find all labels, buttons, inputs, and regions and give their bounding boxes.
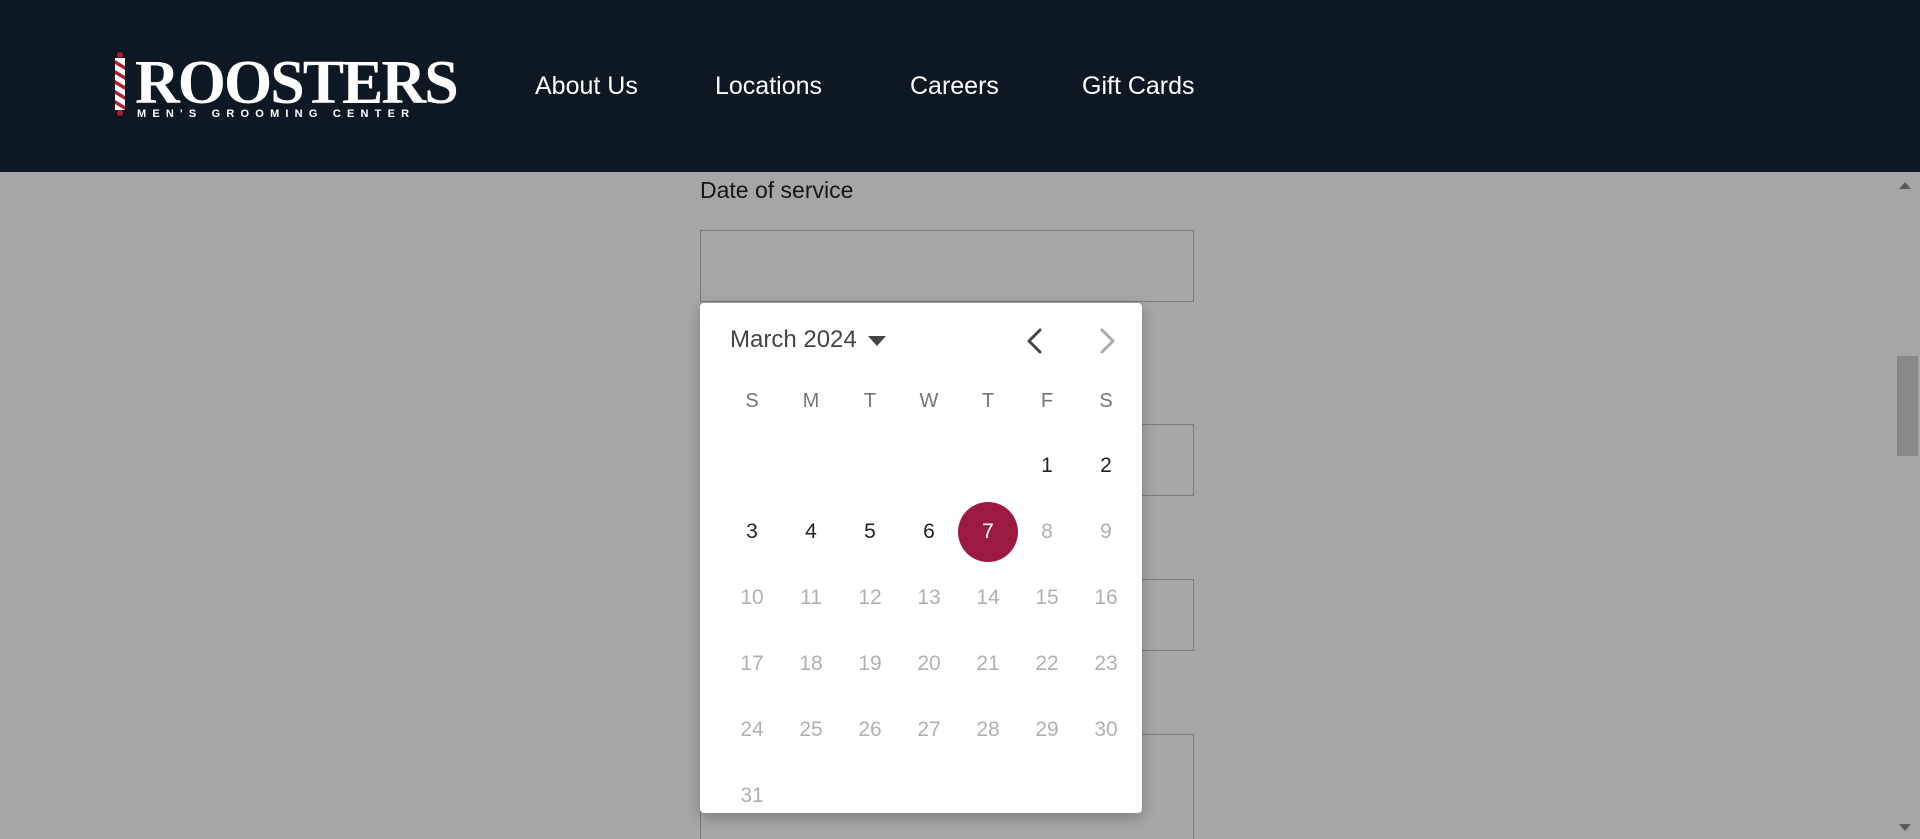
calendar-day: 23 <box>1094 652 1118 675</box>
site-header: ROOSTERS MEN'S GROOMING CENTER About Us … <box>0 0 1920 172</box>
calendar-day: 29 <box>1035 718 1059 741</box>
calendar-day: 21 <box>976 652 1000 675</box>
calendar-day: 26 <box>858 718 882 741</box>
weekday-header: S <box>1099 390 1113 412</box>
nav-gift-cards[interactable]: Gift Cards <box>1082 72 1195 101</box>
calendar-day: 19 <box>858 652 882 675</box>
calendar-day[interactable]: 1 <box>1017 436 1077 496</box>
nav-about-us[interactable]: About Us <box>535 72 638 101</box>
logo-wordmark: ROOSTERS <box>135 49 459 117</box>
chevron-right-icon <box>1100 328 1115 354</box>
calendar-day: 24 <box>740 718 764 741</box>
logo-tagline: MEN'S GROOMING CENTER <box>137 108 416 120</box>
nav-locations[interactable]: Locations <box>715 72 822 101</box>
calendar-day: 28 <box>976 718 1000 741</box>
calendar-day: 18 <box>799 652 823 675</box>
calendar-day: 31 <box>740 784 764 807</box>
month-year-selector[interactable]: March 2024 <box>730 326 857 354</box>
scrollbar-track[interactable] <box>1896 172 1920 839</box>
date-picker: March 2024 S M T W T F S 1 2 3 4 5 6 7 8 9 10 11 12 13 14 15 1… <box>700 303 1142 813</box>
scrollbar-thumb[interactable] <box>1897 356 1918 456</box>
calendar-day: 10 <box>740 586 764 609</box>
calendar-day: 20 <box>917 652 941 675</box>
calendar-day[interactable]: 6 <box>899 502 959 562</box>
calendar-day: 17 <box>740 652 764 675</box>
weekday-header: M <box>802 390 820 412</box>
calendar-day: 14 <box>976 586 1000 609</box>
calendar-day: 30 <box>1094 718 1118 741</box>
calendar-day[interactable]: 2 <box>1076 436 1136 496</box>
calendar-day: 27 <box>917 718 941 741</box>
chevron-left-icon[interactable] <box>1018 323 1054 359</box>
calendar-day: 25 <box>799 718 823 741</box>
calendar-day[interactable]: 5 <box>840 502 900 562</box>
calendar-day: 11 <box>800 586 822 609</box>
calendar-day[interactable]: 3 <box>722 502 782 562</box>
calendar-day[interactable]: 4 <box>781 502 841 562</box>
calendar-day: 16 <box>1094 586 1118 609</box>
calendar-day: 12 <box>858 586 882 609</box>
calendar-day: 9 <box>1100 520 1112 543</box>
calendar-day: 13 <box>917 586 941 609</box>
scroll-down-icon[interactable] <box>1899 824 1911 831</box>
nav-careers[interactable]: Careers <box>910 72 999 101</box>
weekday-header: W <box>919 390 939 412</box>
weekday-header: S <box>745 390 759 412</box>
calendar-day-selected[interactable]: 7 <box>958 502 1018 562</box>
barber-pole-icon <box>115 52 125 116</box>
calendar-day: 8 <box>1041 520 1053 543</box>
calendar-day: 22 <box>1035 652 1059 675</box>
roosters-logo[interactable]: ROOSTERS MEN'S GROOMING CENTER <box>113 50 459 126</box>
caret-down-icon[interactable] <box>868 336 886 346</box>
weekday-header: F <box>1040 390 1054 412</box>
weekday-header: T <box>981 390 995 412</box>
calendar-day: 15 <box>1035 586 1059 609</box>
weekday-header: T <box>863 390 877 412</box>
scroll-up-icon[interactable] <box>1899 182 1911 189</box>
